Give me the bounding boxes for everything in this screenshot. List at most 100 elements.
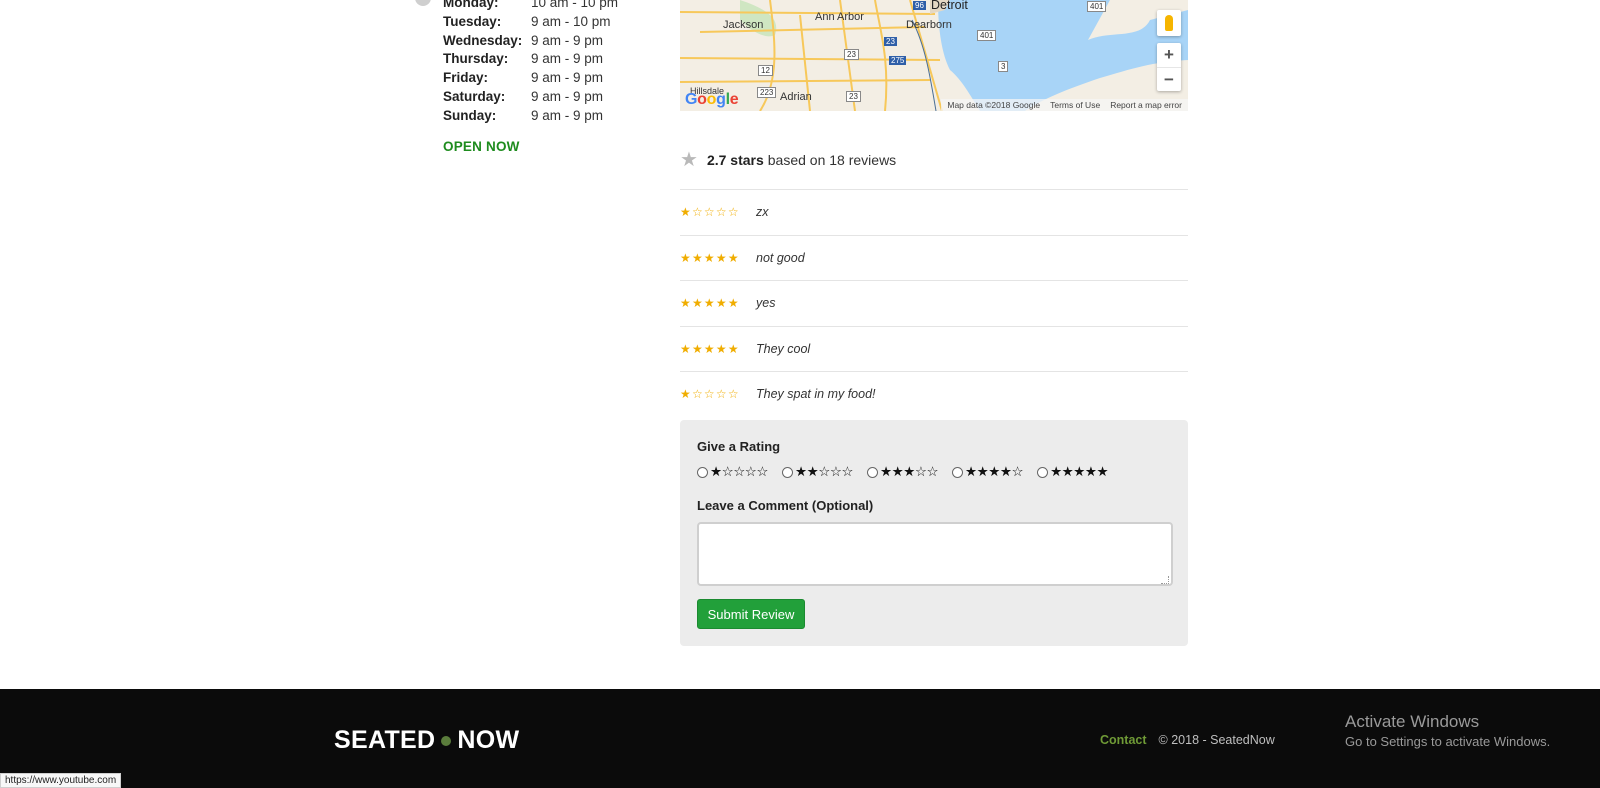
review-stars: ★★★★★ (680, 296, 740, 311)
review-item: ★★★★★ They cool (680, 325, 1188, 372)
star-icon: ★ (680, 149, 698, 171)
review-item: ★★★★★ not good (680, 234, 1188, 281)
rating-option-5[interactable]: ★★★★★ (1037, 464, 1109, 480)
review-item: ★☆☆☆☆ They spat in my food! (680, 371, 1188, 417)
windows-watermark-subtitle: Go to Settings to activate Windows. (1345, 734, 1551, 749)
brand-word-right: NOW (457, 726, 520, 754)
hours-time: 9 am - 9 pm (531, 32, 604, 48)
rating-option-3[interactable]: ★★★☆☆ (867, 464, 939, 480)
review-item: ★★★★★ yes (680, 280, 1188, 326)
hours-time: 9 am - 10 pm (531, 13, 611, 29)
open-now-status: OPEN NOW (443, 139, 520, 154)
map-road-label: 401 (1087, 1, 1107, 12)
hours-time: 9 am - 9 pm (531, 88, 604, 104)
review-text: not good (756, 250, 805, 265)
review-stars: ★★★★★ (680, 250, 740, 265)
rating-option-2[interactable]: ★★☆☆☆ (782, 464, 854, 480)
copyright-text: © 2018 - SeatedNow (1158, 733, 1275, 747)
map-label: Dearborn (906, 19, 952, 31)
hours-time: 9 am - 9 pm (531, 51, 604, 67)
map-label: Detroit (931, 0, 968, 12)
report-map-error-link[interactable]: Report a map error (1110, 99, 1182, 111)
terms-of-use-link[interactable]: Terms of Use (1050, 99, 1100, 111)
comment-label: Leave a Comment (Optional) (697, 498, 874, 513)
review-count: based on 18 reviews (767, 152, 897, 168)
hours-row: Friday: 9 am - 9 pm (443, 69, 618, 88)
map-road-label: 23 (844, 49, 859, 60)
hours-day: Tuesday: (443, 13, 502, 29)
rating-option-stars: ★★☆☆☆ (795, 464, 854, 479)
review-text: They cool (756, 341, 811, 356)
clock-icon (415, 0, 431, 6)
hours-day: Monday: (443, 0, 499, 10)
site-footer: SEATED NOW Contact © 2018 - SeatedNow Ac… (0, 689, 1600, 788)
rating-radio[interactable] (867, 466, 879, 478)
hours-day: Friday: (443, 70, 489, 86)
review-item: ★☆☆☆☆ zx (680, 189, 1188, 235)
brand-logo[interactable]: SEATED NOW (334, 726, 519, 755)
map-zoom-controls: + − (1157, 43, 1181, 91)
contact-link[interactable]: Contact (1100, 733, 1147, 747)
status-bar-url: https://www.youtube.com (0, 773, 122, 788)
street-view-pegman-icon[interactable] (1157, 10, 1181, 36)
hours-day: Thursday: (443, 51, 509, 67)
map-road-label: 12 (758, 65, 773, 76)
hours-time: 9 am - 9 pm (531, 107, 604, 123)
rating-summary: ★ 2.7 stars based on 18 reviews (680, 150, 896, 170)
map-label: Adrian (780, 91, 812, 103)
hours-row: Monday: 10 am - 10 pm (443, 0, 618, 13)
rating-options: ★☆☆☆☆ ★★☆☆☆ ★★★☆☆ ★★★★☆ ★★★★★ (697, 464, 1109, 480)
rating-radio[interactable] (1037, 466, 1049, 478)
review-form: Give a Rating ★☆☆☆☆ ★★☆☆☆ ★★★☆☆ ★★★★☆ ★★… (680, 420, 1188, 646)
brand-dot-icon (441, 735, 452, 746)
map-road-label: 23 (846, 91, 861, 102)
map-label: Jackson (723, 19, 764, 31)
hours-row: Wednesday: 9 am - 9 pm (443, 32, 618, 51)
submit-review-button[interactable]: Submit Review (697, 599, 805, 629)
resize-grip-icon[interactable] (1161, 576, 1169, 584)
comment-textarea[interactable] (697, 522, 1173, 586)
map-road-label: 223 (757, 87, 777, 98)
rating-radio[interactable] (697, 466, 708, 478)
review-stars: ★★★★★ (680, 341, 740, 356)
map-road-label: 23 (884, 37, 897, 46)
rating-option-4[interactable]: ★★★★☆ (952, 464, 1024, 480)
rating-option-stars: ★★★★☆ (965, 464, 1024, 479)
zoom-in-button[interactable]: + (1157, 43, 1181, 67)
opening-hours: Monday: 10 am - 10 pm Tuesday: 9 am - 10 p… (443, 0, 618, 126)
review-text: yes (756, 296, 776, 311)
hours-day: Sunday: (443, 107, 497, 123)
review-stars: ★☆☆☆☆ (680, 205, 740, 220)
map-road-label: 3 (998, 61, 1009, 72)
map-attribution: Map data ©2018 Google Terms of Use Repor… (941, 99, 1188, 111)
rating-radio[interactable] (782, 466, 794, 478)
rating-option-1[interactable]: ★☆☆☆☆ (697, 464, 769, 480)
review-text: They spat in my food! (756, 387, 876, 402)
give-rating-label: Give a Rating (697, 439, 781, 454)
zoom-out-button[interactable]: − (1157, 67, 1181, 91)
hours-row: Sunday: 9 am - 9 pm (443, 107, 618, 126)
map-road-label: 275 (889, 56, 907, 65)
rating-option-stars: ★☆☆☆☆ (710, 464, 769, 479)
map-road-label: 401 (977, 30, 997, 41)
hours-row: Tuesday: 9 am - 10 pm (443, 13, 618, 32)
windows-watermark-title: Activate Windows (1345, 712, 1480, 731)
hours-row: Saturday: 9 am - 9 pm (443, 88, 618, 107)
brand-word-left: SEATED (334, 726, 436, 754)
location-map[interactable]: Jackson Ann Arbor Detroit Dearborn Adria… (680, 0, 1188, 111)
map-label: Ann Arbor (815, 11, 864, 23)
hours-time: 10 am - 10 pm (531, 0, 619, 10)
map-data-credit: Map data ©2018 Google (947, 100, 1041, 110)
hours-row: Thursday: 9 am - 9 pm (443, 50, 618, 69)
footer-links: Contact © 2018 - SeatedNow (1100, 733, 1275, 747)
review-stars: ★☆☆☆☆ (680, 387, 740, 402)
average-rating: 2.7 stars (706, 152, 764, 168)
review-text: zx (756, 205, 769, 220)
rating-option-stars: ★★★☆☆ (880, 464, 939, 479)
windows-activation-watermark: Activate Windows Go to Settings to activ… (1345, 711, 1550, 751)
rating-radio[interactable] (952, 466, 964, 478)
rating-option-stars: ★★★★★ (1050, 464, 1109, 479)
hours-day: Saturday: (443, 88, 506, 104)
google-logo[interactable]: Google (685, 91, 739, 109)
hours-time: 9 am - 9 pm (531, 70, 604, 86)
